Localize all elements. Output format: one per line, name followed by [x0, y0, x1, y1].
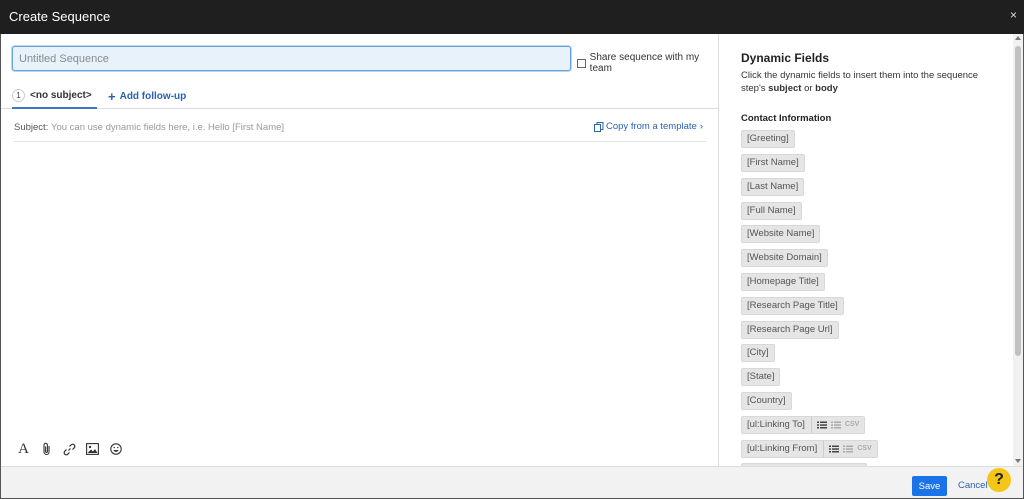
panel-scrollbar[interactable]	[1013, 34, 1023, 466]
dynamic-field-research-page-url[interactable]: [Research Page Url]	[741, 321, 839, 339]
link-icon[interactable]	[58, 440, 81, 458]
step-tab-label: <no subject>	[30, 90, 92, 101]
checkbox-box[interactable]	[577, 58, 586, 68]
list-format-options: CSV	[823, 441, 872, 457]
panel-description-subject: subject	[768, 83, 802, 94]
bullet-list-icon[interactable]	[829, 445, 840, 453]
plus-icon: +	[108, 89, 116, 104]
field-label: [ul:Linking From]	[747, 443, 818, 454]
csv-option[interactable]: CSV	[857, 441, 871, 457]
dynamic-field-state[interactable]: [State]	[741, 368, 781, 386]
copy-from-template-link[interactable]: Copy from a template ›	[594, 121, 703, 132]
dynamic-field-full-name[interactable]: [Full Name]	[741, 202, 802, 220]
dynamic-field-research-page-title[interactable]: [Research Page Title]	[741, 297, 844, 315]
subject-row: Subject: You can use dynamic fields here…	[13, 119, 707, 142]
step-number-badge: 1	[12, 89, 25, 102]
scroll-down-icon[interactable]	[1015, 459, 1021, 463]
bullet-list-icon[interactable]	[816, 421, 827, 429]
dynamic-field-homepage-title[interactable]: [Homepage Title]	[741, 273, 825, 291]
emoji-icon[interactable]	[104, 440, 127, 458]
dynamic-fields-panel: Dynamic Fields Click the dynamic fields …	[718, 34, 1013, 466]
dialog-titlebar: Create Sequence ×	[0, 0, 1024, 34]
font-icon[interactable]: A	[12, 440, 35, 458]
field-label: [ul:Linking To]	[747, 419, 805, 430]
dialog-footer: Save Cancel	[1, 466, 1023, 498]
share-label: Share sequence with my team	[589, 52, 700, 74]
dynamic-field-website-name[interactable]: [Website Name]	[741, 225, 821, 243]
dynamic-field-website-domain[interactable]: [Website Domain]	[741, 249, 828, 267]
subject-input[interactable]: You can use dynamic fields here, i.e. He…	[51, 122, 284, 133]
chevron-right-icon: ›	[699, 121, 703, 132]
scroll-thumb[interactable]	[1015, 46, 1021, 356]
editor-toolbar: A	[12, 440, 127, 458]
tab-step-1[interactable]: 1 <no subject>	[12, 84, 97, 109]
copy-icon	[594, 121, 604, 132]
save-button[interactable]: Save	[912, 476, 947, 496]
dynamic-field-last-name[interactable]: [Last Name]	[741, 178, 805, 196]
csv-option[interactable]: CSV	[845, 417, 859, 433]
share-with-team-checkbox[interactable]: Share sequence with my team	[577, 52, 718, 74]
close-icon[interactable]: ×	[1010, 8, 1017, 22]
list-format-options: CSV	[810, 417, 859, 433]
dynamic-field-city[interactable]: [City]	[741, 344, 775, 362]
image-icon[interactable]	[81, 440, 104, 458]
subject-label: Subject:	[14, 122, 49, 133]
attachment-icon[interactable]	[35, 440, 58, 458]
dialog-title: Create Sequence	[9, 9, 111, 24]
dynamic-field-first-name[interactable]: [First Name]	[741, 154, 805, 172]
panel-description-or: or	[801, 83, 816, 94]
cancel-button[interactable]: Cancel	[958, 480, 988, 491]
help-icon[interactable]: ?	[987, 468, 1011, 492]
add-follow-up-label: Add follow-up	[119, 91, 187, 102]
panel-title: Dynamic Fields	[741, 51, 830, 65]
copy-from-template-label: Copy from a template	[606, 121, 697, 132]
numbered-list-icon[interactable]	[843, 445, 854, 453]
dynamic-field-linking-to[interactable]: [ul:Linking To] CSV	[741, 416, 866, 434]
panel-description-body: body	[815, 83, 838, 94]
sequence-name-input[interactable]	[12, 46, 571, 71]
dynamic-field-greeting[interactable]: [Greeting]	[741, 130, 795, 148]
scroll-up-icon[interactable]	[1015, 36, 1021, 40]
add-follow-up-button[interactable]: + Add follow-up	[108, 84, 186, 109]
step-tabs: 1 <no subject> + Add follow-up	[1, 84, 718, 109]
panel-description: Click the dynamic fields to insert them …	[741, 69, 996, 95]
dynamic-field-country[interactable]: [Country]	[741, 392, 792, 410]
section-heading: Contact Information	[741, 113, 832, 124]
sequence-editor: Share sequence with my team 1 <no subjec…	[1, 34, 718, 466]
dynamic-field-linking-from[interactable]: [ul:Linking From] CSV	[741, 440, 878, 458]
numbered-list-icon[interactable]	[830, 421, 841, 429]
